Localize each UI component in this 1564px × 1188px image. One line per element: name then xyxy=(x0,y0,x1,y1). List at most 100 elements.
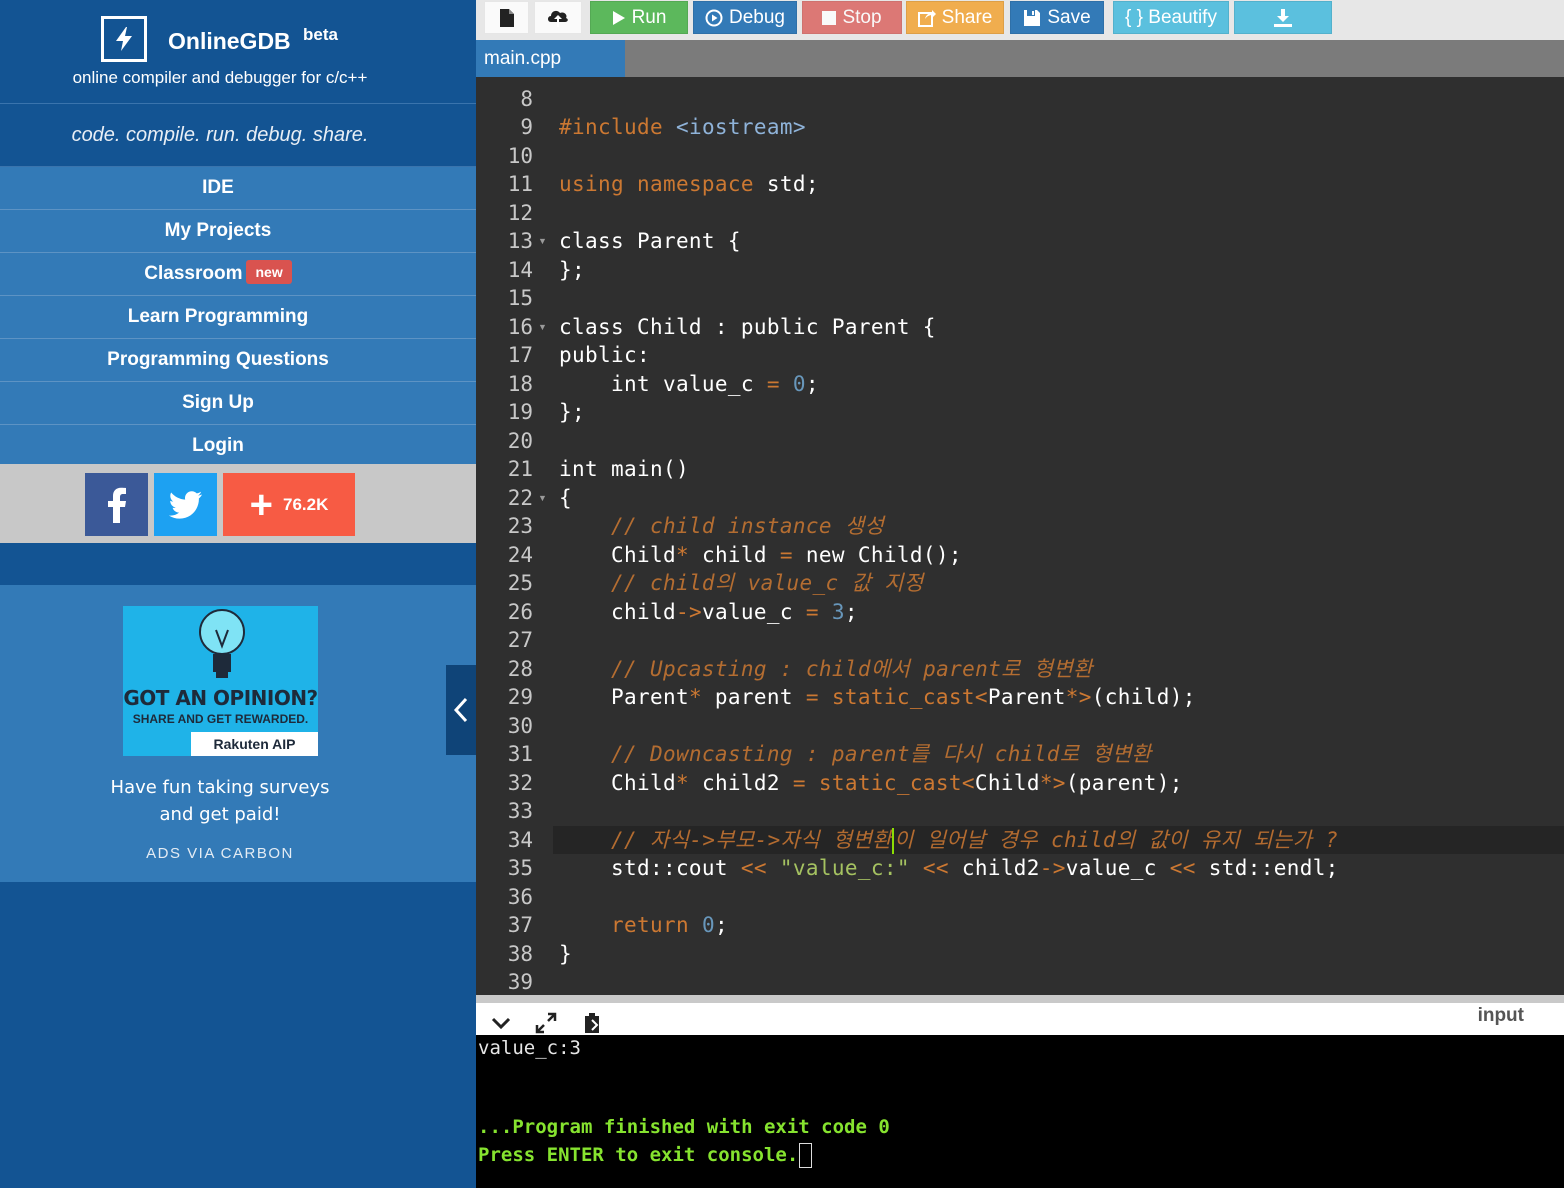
beautify-button[interactable]: { } Beautify xyxy=(1113,1,1229,34)
code-editor[interactable]: 8 9 10 11 12 13 ▼ 14 15 16 ▼ 17 18 19 20… xyxy=(476,77,1564,995)
sidebar-nav: IDE My Projects Classroom new Learn Progr… xyxy=(0,166,476,467)
addthis-share-button[interactable]: + 76.2K xyxy=(223,473,355,536)
code-line: std::cout << "value_c:" << child2->value… xyxy=(559,856,1339,880)
code-line: int value_c = 0; xyxy=(559,372,819,396)
tagline: code. compile. run. debug. share. xyxy=(71,124,369,146)
lightbulb-icon xyxy=(199,609,245,678)
ad-text-line2: and get paid! xyxy=(159,804,281,825)
facebook-icon xyxy=(107,487,126,523)
line-number: 38 xyxy=(507,942,533,966)
stop-button[interactable]: Stop xyxy=(802,1,902,34)
file-tabs: main.cpp xyxy=(476,40,1564,77)
nav-item-label: IDE xyxy=(202,177,234,198)
line-number: 39 xyxy=(507,970,533,994)
ad-text[interactable]: Have fun taking surveys and get paid! xyxy=(0,774,440,828)
code-comment: // Downcasting : parent를 다시 child로 형변환 xyxy=(559,742,1152,766)
logo-icon[interactable] xyxy=(101,16,147,62)
nav-item-login[interactable]: Login xyxy=(0,424,476,467)
stop-square-icon xyxy=(822,10,837,25)
share-count: 76.2K xyxy=(282,494,329,514)
toggle-console-button[interactable] xyxy=(488,1011,514,1035)
line-number: 23 xyxy=(507,514,533,538)
upload-button[interactable] xyxy=(534,1,582,34)
tab-main-cpp[interactable]: main.cpp xyxy=(476,40,625,77)
nav-item-label: Classroom xyxy=(144,263,243,284)
fold-arrow-icon[interactable]: ▼ xyxy=(538,227,547,255)
ad-headline: GOT AN OPINION? xyxy=(123,686,318,710)
nav-item-programming-questions[interactable]: Programming Questions xyxy=(0,338,476,381)
floppy-disk-icon xyxy=(1024,9,1041,26)
code-comment: // Upcasting : child에서 parent로 형변환 xyxy=(559,657,1093,681)
beautify-label: { } Beautify xyxy=(1125,6,1217,28)
nav-item-label: Programming Questions xyxy=(107,349,329,370)
line-number: 29 xyxy=(507,685,533,709)
share-icon xyxy=(917,9,936,27)
line-number: 19 xyxy=(507,400,533,424)
nav-item-sign-up[interactable]: Sign Up xyxy=(0,381,476,424)
console-output[interactable]: value_c:3 ...Program finished with exit … xyxy=(476,1035,1564,1188)
brand-title[interactable]: OnlineGDB xyxy=(168,28,291,55)
code-line: int main() xyxy=(559,457,689,481)
ad-image[interactable]: GOT AN OPINION? SHARE AND GET REWARDED. … xyxy=(123,606,318,756)
expand-icon xyxy=(535,1012,557,1034)
program-output: value_c:3 xyxy=(478,1037,581,1059)
line-number: 26 xyxy=(507,600,533,624)
fold-arrow-icon[interactable]: ▼ xyxy=(538,313,547,341)
code-line: { xyxy=(559,486,572,510)
chevron-left-icon xyxy=(453,697,468,723)
line-number: 18 xyxy=(507,372,533,396)
terminal-cursor xyxy=(799,1143,813,1168)
fold-arrow-icon[interactable]: ▼ xyxy=(538,484,547,512)
nav-item-my-projects[interactable]: My Projects xyxy=(0,209,476,252)
nav-item-learn-programming[interactable]: Learn Programming xyxy=(0,295,476,338)
line-number: 37 xyxy=(507,913,533,937)
line-number: 36 xyxy=(507,885,533,909)
plus-icon: + xyxy=(249,482,273,527)
debug-button[interactable]: Debug xyxy=(693,1,797,34)
collapse-sidebar-button[interactable] xyxy=(446,665,476,755)
nav-item-label: Learn Programming xyxy=(127,306,309,327)
code-comment: // child의 value_c 값 지정 xyxy=(559,571,924,595)
exit-message: ...Program finished with exit code 0 xyxy=(478,1116,890,1138)
share-button[interactable]: Share xyxy=(906,1,1004,34)
line-number: 13 xyxy=(507,229,533,253)
ad-subheadline: SHARE AND GET REWARDED. xyxy=(132,712,309,726)
nav-item-ide[interactable]: IDE xyxy=(0,166,476,209)
ads-via-carbon-link[interactable]: ADS VIA CARBON xyxy=(0,845,440,862)
upload-cloud-icon xyxy=(548,10,568,27)
nav-item-classroom[interactable]: Classroom new xyxy=(0,252,476,295)
chevron-down-icon xyxy=(491,1017,511,1030)
facebook-share-button[interactable] xyxy=(85,473,148,536)
nav-item-label: Sign Up xyxy=(182,392,254,413)
share-label: Share xyxy=(941,6,993,28)
save-button[interactable]: Save xyxy=(1010,1,1104,34)
line-number: 20 xyxy=(507,429,533,453)
code-line: class Parent { xyxy=(559,229,741,253)
download-button[interactable] xyxy=(1234,1,1332,34)
code-line: } xyxy=(559,942,572,966)
line-number: 8 xyxy=(520,87,533,111)
code-line: }; xyxy=(559,258,585,282)
expand-console-button[interactable] xyxy=(533,1011,559,1035)
new-file-button[interactable] xyxy=(484,1,529,34)
line-number: 30 xyxy=(507,714,533,738)
input-tab[interactable]: input xyxy=(1478,1005,1524,1027)
copy-output-button[interactable] xyxy=(579,1011,605,1035)
code-line: #include <iostream> xyxy=(559,115,806,139)
brand-header: OnlineGDB beta online compiler and debug… xyxy=(0,0,476,104)
code-line: class Child : public Parent { xyxy=(559,315,936,339)
code-comment: // 자식->부모->자식 형변환이 일어날 경우 child의 값이 유지 되… xyxy=(559,828,1339,854)
brand-beta: beta xyxy=(303,25,338,44)
play-icon xyxy=(612,10,625,25)
social-bar: + 76.2K xyxy=(0,464,476,543)
twitter-share-button[interactable] xyxy=(154,473,217,536)
line-gutter: 8 9 10 11 12 13 ▼ 14 15 16 ▼ 17 18 19 20… xyxy=(476,77,553,995)
run-button[interactable]: Run xyxy=(590,1,688,34)
run-label: Run xyxy=(631,6,667,28)
line-number: 9 xyxy=(520,115,533,139)
line-number: 34 xyxy=(507,828,533,852)
code-comment: // child instance 생성 xyxy=(559,514,885,538)
line-number: 28 xyxy=(507,657,533,681)
carbon-ad[interactable]: GOT AN OPINION? SHARE AND GET REWARDED. … xyxy=(0,585,476,882)
line-number: 11 xyxy=(507,172,533,196)
